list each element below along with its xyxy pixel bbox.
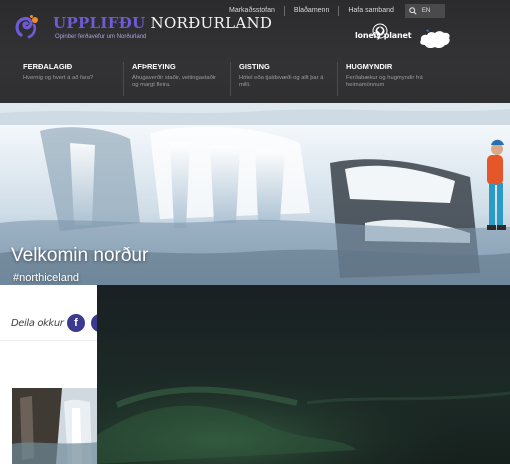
- nav-item-gisting[interactable]: GISTING Hótel eða tjaldsvæði og allt þar…: [231, 62, 338, 96]
- topbar-link-bladamenn[interactable]: Blaðamenn: [285, 6, 340, 16]
- iceland-map-icon[interactable]: [418, 28, 452, 52]
- lonely-planet-logo[interactable]: lonely planet: [355, 31, 412, 40]
- facebook-icon[interactable]: f: [67, 314, 85, 332]
- language-switch[interactable]: EN: [422, 8, 430, 14]
- hero-banner: Velkomin norður #northiceland: [0, 103, 510, 285]
- nav-item-ferdalagid[interactable]: FERÐALAGIÐ Hvernig og hvert á að fara?: [17, 62, 124, 96]
- aurora-overlay-image: [97, 285, 510, 464]
- nav-title: FERÐALAGIÐ: [23, 62, 73, 71]
- nav-item-afthreying[interactable]: AFÞREYING Áhugaverðir staðir, veitingast…: [124, 62, 231, 96]
- nav-title: AFÞREYING: [132, 62, 176, 71]
- nav-desc: Hótel eða tjaldsvæði og allt þar á milli…: [239, 75, 324, 88]
- hero-hashtag[interactable]: #northiceland: [13, 272, 79, 284]
- site-header: Markaðsstofan Blaðamenn Hafa samband EN …: [0, 0, 510, 103]
- search-language-box[interactable]: EN: [404, 4, 445, 18]
- nav-desc: Áhugaverðir staðir, veitingastaðir og ma…: [132, 75, 217, 88]
- northern-lights-image: [97, 285, 510, 464]
- nav-item-hugmyndir[interactable]: HUGMYNDIR Ferðabækur og hugmyndir frá he…: [338, 62, 445, 96]
- section-divider: [0, 340, 100, 341]
- share-label: Deila okkur: [11, 318, 64, 329]
- waterfall-thumbnail-image: [12, 388, 100, 464]
- brand-name-part2: NORÐURLAND: [150, 14, 273, 32]
- brand-name-part1: UPPLIFÐU: [53, 14, 146, 32]
- topbar-link-hafa-samband[interactable]: Hafa samband: [339, 6, 403, 16]
- nav-desc: Ferðabækur og hugmyndir frá heimamönnum: [346, 75, 423, 88]
- spiral-logo-icon[interactable]: [12, 13, 42, 43]
- featured-thumbnail[interactable]: [12, 388, 100, 464]
- brand-name[interactable]: UPPLIFÐU NORÐURLAND: [53, 14, 272, 32]
- search-icon[interactable]: [409, 7, 417, 15]
- nav-title: GISTING: [239, 62, 270, 71]
- share-section: Deila okkur f: [0, 285, 109, 464]
- brand-tagline: Opinber ferðavefur um Norðurland: [55, 34, 147, 40]
- hero-title: Velkomin norður: [11, 245, 149, 266]
- nav-desc: Hvernig og hvert á að fara?: [23, 75, 94, 81]
- main-navigation: FERÐALAGIÐ Hvernig og hvert á að fara? A…: [17, 62, 445, 96]
- nav-title: HUGMYNDIR: [346, 62, 393, 71]
